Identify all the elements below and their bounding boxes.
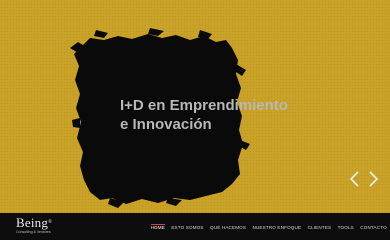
nav-link-tools[interactable]: TOOLS xyxy=(338,216,354,238)
nav-item-nuestro-enfoque: NUESTRO ENFOQUE xyxy=(253,216,302,238)
logo[interactable]: Being® Consulting & Ventures xyxy=(16,216,52,235)
nav-item-esto-somos: ESTO SOMOS xyxy=(171,216,203,238)
nav-item-home: HOME xyxy=(150,216,166,238)
nav-link-contacto[interactable]: CONTACTO xyxy=(360,216,387,238)
nav-item-que-hacemos: QUÉ HACEMOS xyxy=(210,216,246,238)
main-nav: HOME ESTO SOMOS QUÉ HACEMOS NUESTRO ENFO… xyxy=(147,213,390,240)
chevron-left-icon xyxy=(349,171,359,187)
hero-headline: I+D en Emprendimiento e Innovación xyxy=(120,96,288,134)
slider-next-button[interactable] xyxy=(366,170,380,188)
slider-prev-button[interactable] xyxy=(348,170,362,188)
nav-link-home[interactable]: HOME xyxy=(151,216,165,238)
nav-link-nuestro-enfoque[interactable]: NUESTRO ENFOQUE xyxy=(253,216,302,238)
nav-item-contacto: CONTACTO xyxy=(360,216,387,238)
logo-word: Being xyxy=(16,215,49,230)
logo-wordmark: Being® xyxy=(16,216,52,230)
nav-link-que-hacemos[interactable]: QUÉ HACEMOS xyxy=(210,216,246,238)
nav-link-clientes[interactable]: CLIENTES xyxy=(308,216,332,238)
logo-registered-mark: ® xyxy=(48,220,53,225)
nav-item-tools: TOOLS xyxy=(338,216,354,238)
chevron-right-icon xyxy=(369,171,379,187)
nav-item-clientes: CLIENTES xyxy=(308,216,332,238)
footer-bar: Being® Consulting & Ventures HOME ESTO S… xyxy=(0,213,390,240)
hero-slider: I+D en Emprendimiento e Innovación xyxy=(0,0,390,213)
logo-tagline: Consulting & Ventures xyxy=(16,230,51,234)
hero-headline-line1: I+D en Emprendimiento xyxy=(120,97,288,114)
hero-headline-line2: e Innovación xyxy=(120,116,212,133)
nav-link-esto-somos[interactable]: ESTO SOMOS xyxy=(171,216,203,238)
